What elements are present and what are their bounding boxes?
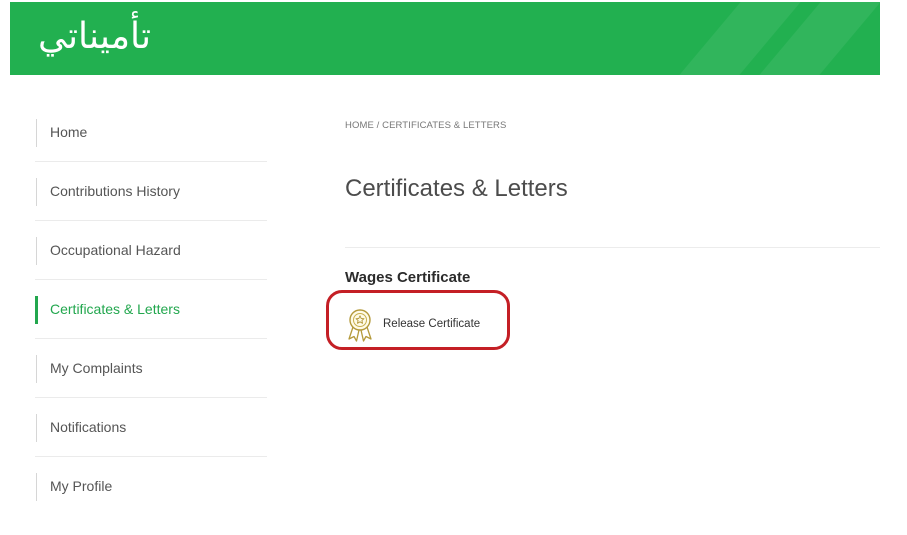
sidebar-item-occupational-hazard[interactable]: Occupational Hazard (35, 221, 267, 280)
annotation-highlight (326, 290, 510, 350)
sidebar-item-marker (36, 237, 37, 265)
sidebar-item-label: My Complaints (50, 360, 143, 376)
sidebar-item-label: Contributions History (50, 183, 180, 199)
app-header: تأميناتي (10, 2, 880, 75)
sidebar-item-active-marker (35, 296, 38, 324)
sidebar-item-marker (36, 414, 37, 442)
sidebar-item-my-profile[interactable]: My Profile (35, 457, 267, 515)
sidebar-item-label: Notifications (50, 419, 127, 435)
sidebar-item-marker (36, 473, 37, 501)
sidebar-item-contributions-history[interactable]: Contributions History (35, 162, 267, 221)
section-divider (345, 247, 880, 248)
sidebar-nav: Home Contributions History Occupational … (35, 103, 267, 515)
sidebar-item-home[interactable]: Home (35, 103, 267, 162)
sidebar-item-marker (36, 119, 37, 147)
sidebar-item-my-complaints[interactable]: My Complaints (35, 339, 267, 398)
app-logo[interactable]: تأميناتي (38, 12, 151, 62)
sidebar-item-label: Occupational Hazard (50, 242, 181, 258)
sidebar-item-certificates-letters[interactable]: Certificates & Letters (35, 280, 267, 339)
sidebar-item-marker (36, 178, 37, 206)
section-title-wages-certificate: Wages Certificate (345, 269, 471, 286)
sidebar-item-notifications[interactable]: Notifications (35, 398, 267, 457)
breadcrumb: HOME / CERTIFICATES & LETTERS (345, 120, 507, 131)
sidebar-item-label: Home (50, 124, 88, 140)
page-title: Certificates & Letters (345, 175, 568, 202)
sidebar-item-label: Certificates & Letters (50, 301, 180, 317)
sidebar-item-label: My Profile (50, 478, 113, 494)
sidebar-item-marker (36, 355, 37, 383)
